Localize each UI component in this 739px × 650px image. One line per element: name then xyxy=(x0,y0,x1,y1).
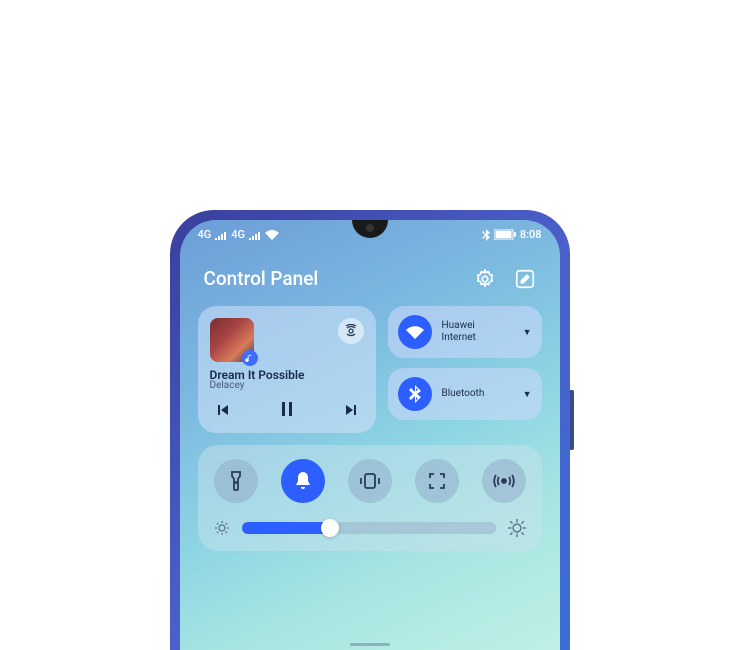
status-time: 8:08 xyxy=(520,228,542,241)
hotspot-icon xyxy=(493,472,515,490)
wifi-label: Huawei Internet xyxy=(442,320,513,344)
cast-icon xyxy=(344,324,358,338)
screen: 4G 4G 8:08 Control Panel xyxy=(180,220,560,650)
screenshot-toggle[interactable] xyxy=(415,459,459,503)
music-note-icon xyxy=(245,354,254,363)
pause-button[interactable] xyxy=(280,401,294,421)
wifi-icon xyxy=(406,325,424,339)
edit-icon xyxy=(514,268,536,290)
brightness-low-icon xyxy=(214,520,230,536)
wifi-tile[interactable]: Huawei Internet ▼ xyxy=(388,306,542,358)
bluetooth-status-icon xyxy=(482,229,490,241)
bluetooth-icon-bg xyxy=(398,377,432,411)
status-left: 4G 4G xyxy=(198,228,280,241)
bluetooth-icon xyxy=(409,385,421,403)
brightness-slider[interactable] xyxy=(242,522,496,534)
bluetooth-expand-arrow[interactable]: ▼ xyxy=(523,389,532,400)
bell-icon xyxy=(293,470,313,492)
music-card[interactable]: Dream It Possible Delacey xyxy=(198,306,376,433)
phone-frame: 4G 4G 8:08 Control Panel xyxy=(170,210,570,650)
cast-button[interactable] xyxy=(338,318,364,344)
next-button[interactable] xyxy=(344,402,358,421)
toggles-card xyxy=(198,445,542,551)
page-title: Control Panel xyxy=(204,267,319,290)
signal-icon-2 xyxy=(249,230,261,240)
edit-button[interactable] xyxy=(514,268,536,290)
bluetooth-label: Bluetooth xyxy=(442,388,513,400)
previous-icon xyxy=(216,403,230,417)
flashlight-toggle[interactable] xyxy=(214,459,258,503)
wifi-status-icon xyxy=(265,230,279,240)
status-right: 8:08 xyxy=(482,228,542,241)
vibrate-toggle[interactable] xyxy=(348,459,392,503)
wifi-expand-arrow[interactable]: ▼ xyxy=(523,327,532,338)
wifi-icon-bg xyxy=(398,315,432,349)
hotspot-toggle[interactable] xyxy=(482,459,526,503)
brightness-slider-thumb[interactable] xyxy=(321,519,339,537)
side-button xyxy=(570,390,574,450)
battery-icon xyxy=(494,229,516,240)
album-art xyxy=(210,318,254,362)
bluetooth-tile[interactable]: Bluetooth ▼ xyxy=(388,368,542,420)
pause-icon xyxy=(280,401,294,417)
flashlight-icon xyxy=(227,470,245,492)
signal-label-2: 4G xyxy=(231,228,245,241)
gear-icon xyxy=(474,268,496,290)
next-icon xyxy=(344,403,358,417)
previous-button[interactable] xyxy=(216,402,230,421)
brightness-slider-fill xyxy=(242,522,331,534)
vibrate-icon xyxy=(359,472,381,490)
sound-toggle[interactable] xyxy=(281,459,325,503)
settings-button[interactable] xyxy=(474,268,496,290)
home-indicator[interactable] xyxy=(350,643,390,646)
header: Control Panel xyxy=(180,245,560,306)
signal-icon xyxy=(215,230,227,240)
brightness-high-icon xyxy=(508,519,526,537)
signal-label: 4G xyxy=(198,228,212,241)
music-app-badge xyxy=(242,350,258,366)
screenshot-icon xyxy=(427,471,447,491)
